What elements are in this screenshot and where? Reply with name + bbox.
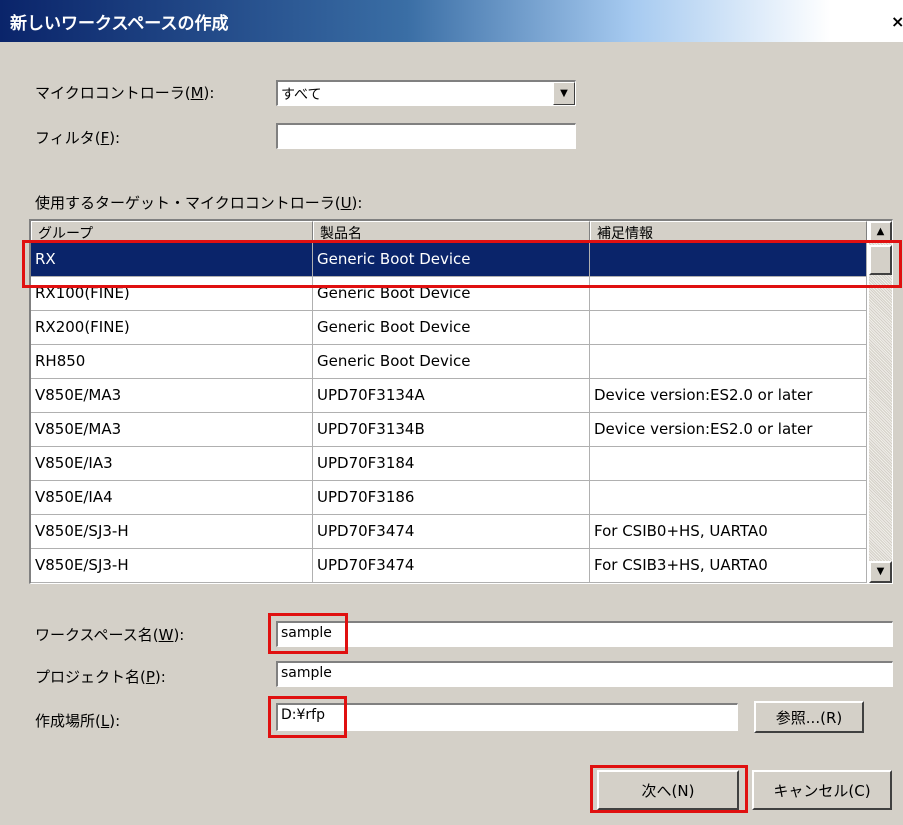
filter-label-suffix: ): xyxy=(109,129,121,147)
cell-group: V850E/MA3 xyxy=(31,379,313,412)
cell-info: Device version:ES2.0 or later xyxy=(590,379,867,412)
location-label-prefix: 作成場所( xyxy=(35,712,101,730)
cell-product: Generic Boot Device xyxy=(313,311,590,344)
cell-group: V850E/MA3 xyxy=(31,413,313,446)
workspace-label-suffix: ): xyxy=(173,626,185,644)
cancel-button[interactable]: キャンセル(C) xyxy=(752,770,892,810)
column-header-group[interactable]: グループ xyxy=(31,221,313,243)
microcontroller-label: マイクロコントローラ(M): xyxy=(35,82,214,103)
new-workspace-dialog: 新しいワークスペースの作成 × マイクロコントローラ(M): すべて ▼ フィル… xyxy=(0,0,903,825)
microcontroller-label-key: M xyxy=(190,84,204,102)
filter-label: フィルタ(F): xyxy=(35,127,120,148)
location-input[interactable]: D:¥rfp xyxy=(276,703,738,731)
scrollbar-thumb[interactable] xyxy=(869,245,892,275)
cell-product: UPD70F3134B xyxy=(313,413,590,446)
target-list[interactable]: グループ 製品名 補足情報 RX Generic Boot Device RX1… xyxy=(29,219,893,584)
target-list-label-key: U xyxy=(340,194,352,212)
table-row[interactable]: RH850 Generic Boot Device xyxy=(31,345,867,379)
table-row[interactable]: RX100(FINE) Generic Boot Device xyxy=(31,277,867,311)
table-row[interactable]: V850E/IA4 UPD70F3186 xyxy=(31,481,867,515)
cell-info: For CSIB0+HS, UARTA0 xyxy=(590,515,867,548)
close-icon[interactable]: × xyxy=(891,12,903,32)
cell-group: RX100(FINE) xyxy=(31,277,313,310)
project-label-prefix: プロジェクト名( xyxy=(35,668,146,686)
table-row[interactable]: RX200(FINE) Generic Boot Device xyxy=(31,311,867,345)
table-row[interactable]: RX Generic Boot Device xyxy=(31,243,867,277)
cell-info xyxy=(590,243,867,276)
cell-info: For CSIB3+HS, UARTA0 xyxy=(590,549,867,582)
column-header-info[interactable]: 補足情報 xyxy=(590,221,867,243)
table-row[interactable]: V850E/MA3 UPD70F3134A Device version:ES2… xyxy=(31,379,867,413)
table-row[interactable]: V850E/SJ3-H UPD70F3474 For CSIB0+HS, UAR… xyxy=(31,515,867,549)
filter-label-key: F xyxy=(100,129,110,147)
cell-info xyxy=(590,447,867,480)
target-list-label-prefix: 使用するターゲット・マイクロコントローラ( xyxy=(35,194,341,212)
project-label-key: P xyxy=(145,668,155,686)
workspace-label-prefix: ワークスペース名( xyxy=(35,626,159,644)
cell-product: UPD70F3474 xyxy=(313,515,590,548)
cell-info xyxy=(590,311,867,344)
cell-product: UPD70F3184 xyxy=(313,447,590,480)
filter-label-prefix: フィルタ( xyxy=(35,129,101,147)
cell-product: Generic Boot Device xyxy=(313,243,590,276)
chevron-down-icon[interactable]: ▼ xyxy=(553,82,575,105)
target-list-label-suffix: ): xyxy=(351,194,363,212)
cell-group: V850E/IA4 xyxy=(31,481,313,514)
cell-product: UPD70F3186 xyxy=(313,481,590,514)
workspace-name-label: ワークスペース名(W): xyxy=(35,624,184,645)
target-list-label: 使用するターゲット・マイクロコントローラ(U): xyxy=(35,192,362,213)
cell-info xyxy=(590,277,867,310)
cell-info: Device version:ES2.0 or later xyxy=(590,413,867,446)
cell-group: V850E/IA3 xyxy=(31,447,313,480)
cell-info xyxy=(590,345,867,378)
list-rows: RX Generic Boot Device RX100(FINE) Gener… xyxy=(31,243,867,583)
cell-product: UPD70F3474 xyxy=(313,549,590,582)
location-label: 作成場所(L): xyxy=(35,710,120,731)
cell-group: V850E/SJ3-H xyxy=(31,549,313,582)
cell-product: UPD70F3134A xyxy=(313,379,590,412)
microcontroller-select[interactable]: すべて ▼ xyxy=(276,80,576,106)
microcontroller-select-value: すべて xyxy=(281,87,322,103)
browse-button[interactable]: 参照...(R) xyxy=(754,701,864,733)
scroll-down-arrow-icon[interactable]: ▼ xyxy=(869,561,892,583)
filter-input[interactable] xyxy=(276,123,576,149)
scroll-up-arrow-icon[interactable]: ▲ xyxy=(869,221,892,243)
cell-group: V850E/SJ3-H xyxy=(31,515,313,548)
workspace-name-input[interactable]: sample xyxy=(276,621,893,647)
location-label-suffix: ): xyxy=(109,712,121,730)
next-button[interactable]: 次へ(N) xyxy=(597,770,739,810)
project-label-suffix: ): xyxy=(154,668,166,686)
microcontroller-label-prefix: マイクロコントローラ( xyxy=(35,84,191,102)
cell-info xyxy=(590,481,867,514)
table-row[interactable]: V850E/MA3 UPD70F3134B Device version:ES2… xyxy=(31,413,867,447)
table-row[interactable]: V850E/IA3 UPD70F3184 xyxy=(31,447,867,481)
dialog-title: 新しいワークスペースの作成 xyxy=(10,14,229,34)
project-name-label: プロジェクト名(P): xyxy=(35,666,166,687)
microcontroller-label-suffix: ): xyxy=(203,84,215,102)
list-header: グループ 製品名 補足情報 xyxy=(31,221,867,243)
cell-group: RX xyxy=(31,243,313,276)
project-name-input[interactable]: sample xyxy=(276,661,893,687)
title-bar: 新しいワークスペースの作成 × xyxy=(0,0,903,42)
workspace-label-key: W xyxy=(158,626,174,644)
cell-group: RH850 xyxy=(31,345,313,378)
list-scrollbar[interactable]: ▲ ▼ xyxy=(869,221,892,583)
location-label-key: L xyxy=(100,712,110,730)
cell-product: Generic Boot Device xyxy=(313,345,590,378)
cell-group: RX200(FINE) xyxy=(31,311,313,344)
cell-product: Generic Boot Device xyxy=(313,277,590,310)
column-header-product[interactable]: 製品名 xyxy=(313,221,590,243)
table-row[interactable]: V850E/SJ3-H UPD70F3474 For CSIB3+HS, UAR… xyxy=(31,549,867,583)
